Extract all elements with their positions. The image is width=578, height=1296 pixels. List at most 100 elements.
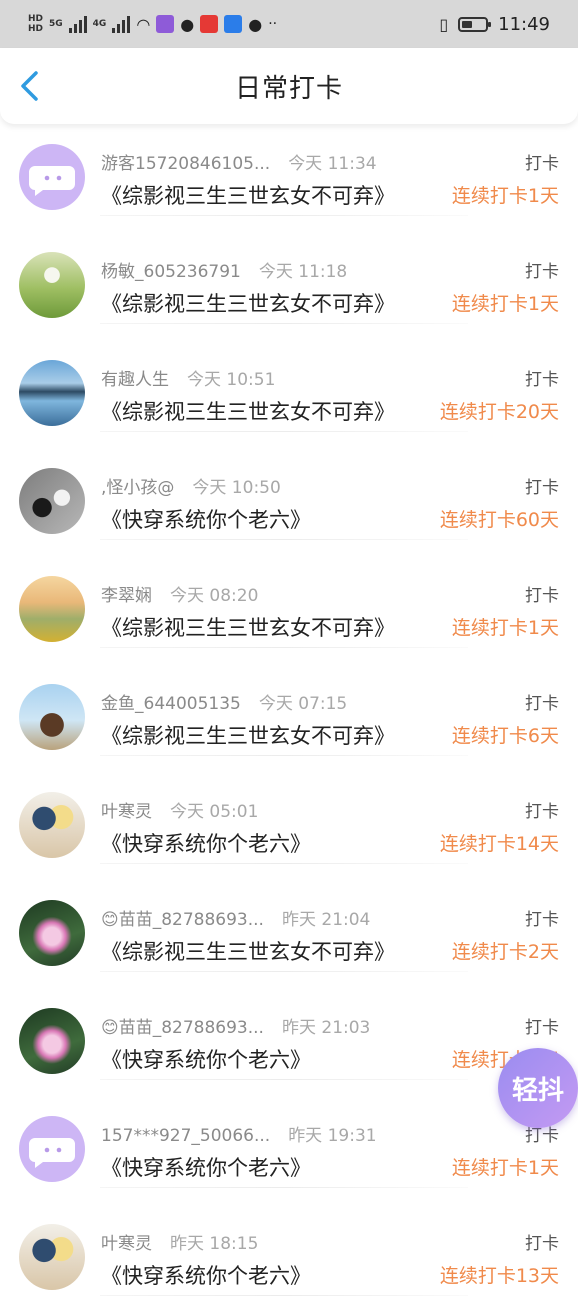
network-4g-label: 4G: [92, 19, 107, 29]
checkin-meta: 😊苗苗_82788693... 昨天 21:04: [101, 905, 370, 930]
streak-label: 连续打卡14天: [439, 833, 559, 855]
checkin-row[interactable]: 李翠娴 今天 08:20 《综影视三生三世玄女不可弃》 打卡连续打卡1天: [0, 540, 578, 648]
checkin-meta: 有趣人生 今天 10:51: [101, 365, 275, 390]
chat-bubble-icon: ●: [248, 14, 263, 34]
streak-label: 连续打卡13天: [439, 1265, 559, 1287]
checkin-meta: 游客15720846105... 今天 11:34: [101, 149, 377, 174]
username[interactable]: 😊苗苗_82788693...: [101, 1018, 264, 1038]
checkin-row[interactable]: 杨敏_605236791 今天 11:18 《综影视三生三世玄女不可弃》 打卡连续打卡…: [0, 216, 578, 324]
qq-icon: ●: [180, 14, 195, 34]
network-5g-label: 5G: [49, 19, 63, 29]
checkin-time: 今天 11:34: [288, 154, 377, 174]
checkin-meta: 叶寒灵 昨天 18:15: [101, 1229, 258, 1254]
avatar[interactable]: [19, 684, 85, 750]
action-label: 打卡: [525, 910, 559, 930]
checkin-row[interactable]: 游客15720846105... 今天 11:34 《综影视三生三世玄女不可弃》 打卡…: [0, 108, 578, 216]
checkin-meta: 157***927_50066... 昨天 19:31: [101, 1121, 377, 1146]
qingdou-floating-button[interactable]: 轻抖: [498, 1048, 578, 1128]
streak-label: 连续打卡1天: [451, 185, 559, 207]
checkin-row[interactable]: 157***927_50066... 昨天 19:31 《快穿系统你个老六》 打卡 连续…: [0, 1080, 578, 1188]
checkin-time: 昨天 18:15: [170, 1234, 259, 1254]
checkin-row[interactable]: 叶寒灵 今天 05:01 《快穿系统你个老六》 打卡 连续打卡14天: [0, 756, 578, 864]
avatar[interactable]: [19, 252, 85, 318]
status-left: HD HD 5G 4G ◠ ● ● ··: [28, 14, 277, 34]
news-app-icon: [200, 15, 219, 33]
checkin-time: 今天 05:01: [170, 802, 259, 822]
username[interactable]: 😊苗苗_82788693...: [101, 910, 264, 930]
username[interactable]: 157***927_50066...: [101, 1126, 270, 1146]
hd-indicator: HD HD: [28, 14, 44, 34]
book-title[interactable]: 《综影视三生三世玄女不可弃》: [101, 396, 395, 426]
streak-label: 连续打卡60天: [439, 509, 559, 531]
avatar[interactable]: [19, 360, 85, 426]
checkin-meta: 叶寒灵 今天 05:01: [101, 797, 258, 822]
checkin-time: 昨天 21:03: [281, 1018, 371, 1038]
feather-app-icon: [224, 15, 243, 33]
action-label: 打卡: [525, 1018, 559, 1038]
username[interactable]: 有趣人生: [101, 370, 169, 390]
checkin-time: 今天 10:50: [192, 478, 281, 498]
chevron-left-icon[interactable]: [18, 70, 48, 104]
username[interactable]: 金鱼_644005135: [101, 694, 241, 714]
avatar[interactable]: [19, 468, 85, 534]
checkin-time: 昨天 19:31: [288, 1126, 377, 1146]
avatar[interactable]: [19, 1008, 85, 1074]
book-title[interactable]: 《综影视三生三世玄女不可弃》: [101, 936, 395, 966]
status-right: ▯ 11:49: [439, 14, 550, 35]
chat-bubble-icon: [29, 1138, 75, 1168]
checkin-meta: 金鱼_644005135 今天 07:15: [101, 689, 347, 714]
book-title[interactable]: 《快穿系统你个老六》: [101, 828, 311, 858]
streak-label: 连续打卡1天: [451, 293, 559, 315]
avatar[interactable]: [19, 900, 85, 966]
username[interactable]: 叶寒灵: [101, 1234, 152, 1254]
book-title[interactable]: 《综影视三生三世玄女不可弃》: [101, 180, 395, 210]
more-dots: ··: [268, 16, 278, 32]
checkin-time: 昨天 21:04: [281, 910, 371, 930]
book-title[interactable]: 《综影视三生三世玄女不可弃》: [101, 288, 395, 318]
book-title[interactable]: 《快穿系统你个老六》: [101, 1260, 311, 1290]
streak-label: 连续打卡1天: [451, 1157, 559, 1179]
streak-label: 连续打卡2天: [451, 941, 559, 963]
action-label: 打卡: [525, 478, 559, 498]
app-notification-icon: [156, 15, 175, 33]
username[interactable]: 杨敏_605236791: [101, 262, 241, 282]
action-label: 打卡: [525, 694, 559, 714]
avatar[interactable]: [19, 144, 85, 210]
checkin-meta: ,怪小孩@ 今天 10:50: [101, 473, 281, 498]
clock: 11:49: [498, 13, 550, 35]
username[interactable]: 李翠娴: [101, 586, 152, 606]
checkin-time: 今天 11:18: [258, 262, 348, 282]
username[interactable]: 游客15720846105...: [101, 154, 270, 174]
action-label: 打卡: [525, 1234, 559, 1254]
checkin-list: 游客15720846105... 今天 11:34 《综影视三生三世玄女不可弃》 打卡…: [0, 108, 578, 1296]
avatar[interactable]: [19, 1116, 85, 1182]
username[interactable]: 叶寒灵: [101, 802, 152, 822]
status-bar: HD HD 5G 4G ◠ ● ● ·· ▯ 11:49: [0, 0, 578, 48]
checkin-row[interactable]: 有趣人生 今天 10:51 《综影视三生三世玄女不可弃》 打卡 连续打卡20天: [0, 324, 578, 432]
checkin-time: 今天 08:20: [170, 586, 259, 606]
book-title[interactable]: 《快穿系统你个老六》: [101, 504, 311, 534]
streak-label: 连续打卡6天: [451, 725, 559, 747]
avatar[interactable]: [19, 576, 85, 642]
book-title[interactable]: 《综影视三生三世玄女不可弃》: [101, 720, 395, 750]
checkin-row[interactable]: 😊苗苗_82788693... 昨天 21:04 《综影视三生三世玄女不可弃》 打卡连…: [0, 864, 578, 972]
signal-icon: [112, 15, 131, 33]
wifi-icon: ◠: [136, 14, 151, 34]
checkin-row[interactable]: 金鱼_644005135 今天 07:15 《综影视三生三世玄女不可弃》 打卡连续打卡…: [0, 648, 578, 756]
chat-bubble-icon: [29, 166, 75, 196]
username[interactable]: ,怪小孩@: [101, 478, 174, 498]
checkin-time: 今天 07:15: [258, 694, 348, 714]
checkin-row[interactable]: 😊苗苗_82788693... 昨天 21:03 《快穿系统你个老六》 打卡 连续打卡2…: [0, 972, 578, 1080]
book-title[interactable]: 《快穿系统你个老六》: [101, 1152, 311, 1182]
checkin-time: 今天 10:51: [187, 370, 276, 390]
action-label: 打卡: [525, 586, 559, 606]
avatar[interactable]: [19, 1224, 85, 1290]
action-label: 打卡: [525, 154, 559, 174]
avatar[interactable]: [19, 792, 85, 858]
checkin-row[interactable]: ,怪小孩@ 今天 10:50 《快穿系统你个老六》 打卡连续打卡60天: [0, 432, 578, 540]
streak-label: 连续打卡1天: [451, 617, 559, 639]
action-label: 打卡: [525, 262, 559, 282]
vibrate-icon: ▯: [439, 14, 449, 34]
book-title[interactable]: 《综影视三生三世玄女不可弃》: [101, 612, 395, 642]
book-title[interactable]: 《快穿系统你个老六》: [101, 1044, 311, 1074]
